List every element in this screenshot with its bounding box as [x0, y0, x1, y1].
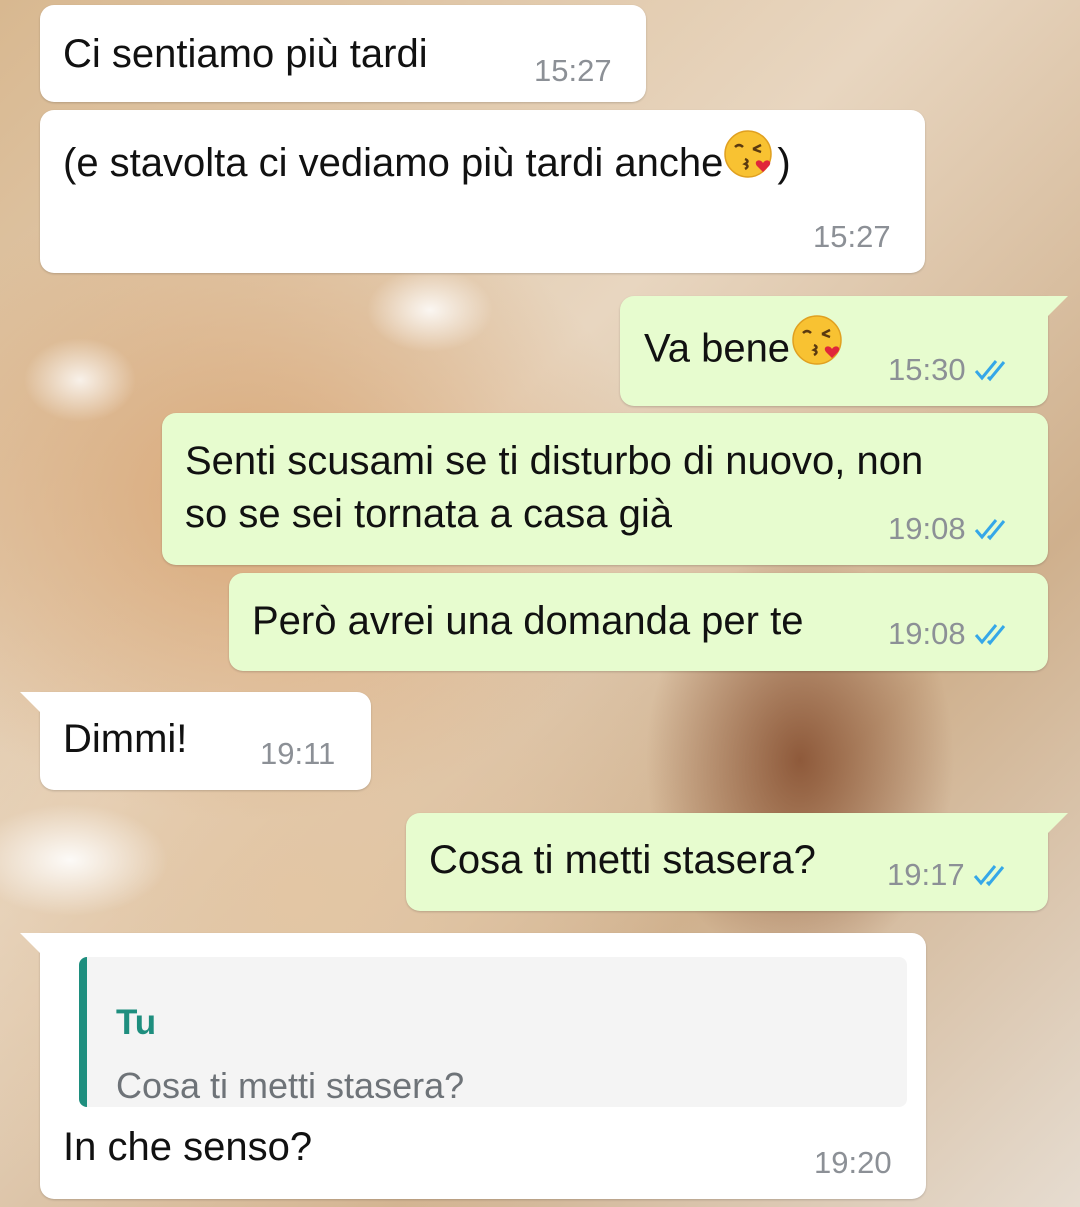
- quoted-author: Tu: [116, 1003, 157, 1042]
- message-text: Cosa ti metti stasera?: [429, 838, 816, 882]
- bubble-tail: [20, 692, 42, 714]
- bubble-tail: [20, 933, 42, 955]
- double-check-icon: [973, 859, 1011, 895]
- message-time: 19:08: [888, 616, 1012, 654]
- message-text: (e stavolta ci vediamo più tardi anche): [63, 130, 791, 193]
- message-text-line: so se sei tornata a casa già: [185, 492, 672, 536]
- message-text: Dimmi!: [63, 717, 188, 761]
- message-time: 19:08: [888, 511, 1012, 549]
- message-bubble-outgoing[interactable]: Senti scusami se ti disturbo di nuovo, n…: [162, 413, 1048, 565]
- message-text: Ci sentiamo più tardi: [63, 32, 428, 76]
- message-text-line: Senti scusami se ti disturbo di nuovo, n…: [185, 439, 924, 483]
- message-text: In che senso?: [63, 1125, 313, 1169]
- message-text-part: ): [777, 141, 791, 185]
- message-time: 15:27: [534, 53, 612, 88]
- quoted-message[interactable]: Tu Cosa ti metti stasera?: [79, 957, 907, 1107]
- double-check-icon: [974, 354, 1012, 390]
- message-time: 19:20: [814, 1145, 892, 1180]
- message-text-part: Va bene: [644, 326, 791, 371]
- message-time: 19:17: [887, 857, 1011, 895]
- message-bubble-incoming[interactable]: (e stavolta ci vediamo più tardi anche) …: [40, 110, 925, 273]
- bubble-tail: [1046, 813, 1068, 835]
- kissing-heart-icon: [723, 129, 777, 193]
- double-check-icon: [974, 513, 1012, 549]
- message-time: 19:11: [260, 736, 336, 771]
- bubble-tail: [1046, 296, 1068, 318]
- message-text-part: (e stavolta ci vediamo più tardi anche: [63, 141, 724, 185]
- message-time-text: 19:08: [888, 511, 966, 546]
- double-check-icon: [974, 618, 1012, 654]
- message-bubble-incoming-reply[interactable]: Tu Cosa ti metti stasera? In che senso? …: [20, 933, 926, 1199]
- message-bubble-incoming[interactable]: Ci sentiamo più tardi 15:27: [40, 5, 646, 102]
- message-time-text: 19:08: [888, 616, 966, 651]
- message-time: 15:30: [888, 352, 1012, 390]
- kissing-heart-icon: [790, 312, 844, 382]
- message-bubble-incoming[interactable]: Dimmi! 19:11: [20, 692, 371, 790]
- message-bubble-outgoing[interactable]: Cosa ti metti stasera? 19:17: [406, 813, 1068, 911]
- message-time-text: 19:17: [887, 857, 965, 892]
- message-time: 15:27: [813, 219, 891, 254]
- message-time-text: 15:30: [888, 352, 966, 387]
- message-text: Va bene: [644, 315, 844, 382]
- message-bubble-outgoing[interactable]: Va bene 15:30: [620, 296, 1068, 406]
- message-bubble-outgoing[interactable]: Però avrei una domanda per te 19:08: [229, 573, 1048, 671]
- message-text: Però avrei una domanda per te: [252, 599, 804, 643]
- quoted-text: Cosa ti metti stasera?: [116, 1065, 465, 1106]
